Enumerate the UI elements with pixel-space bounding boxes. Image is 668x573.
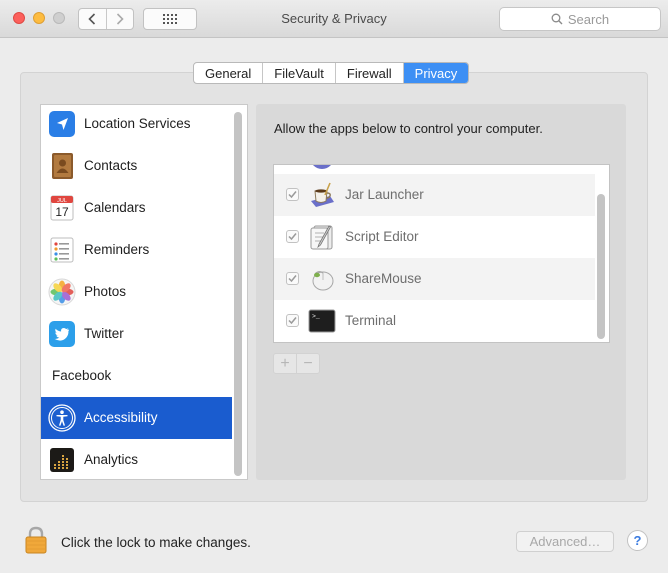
checkbox[interactable]: [286, 314, 299, 327]
sidebar-item-reminders[interactable]: Reminders: [41, 229, 232, 271]
sidebar-item-accessibility[interactable]: Accessibility: [41, 397, 232, 439]
accessibility-person-icon: [48, 404, 76, 432]
contacts-book-icon: [52, 153, 73, 179]
sidebar-item-location-services[interactable]: Location Services: [41, 105, 232, 145]
app-name: Terminal: [345, 313, 397, 328]
remove-app-button[interactable]: −: [296, 354, 319, 373]
checkmark-icon: [288, 317, 297, 325]
app-icon: [313, 165, 331, 169]
sidebar-item-label: Photos: [84, 284, 127, 299]
title-bar: Security & Privacy Search: [0, 0, 668, 38]
add-remove-controls: + −: [273, 353, 320, 374]
sidebar-item-label: Analytics: [84, 452, 139, 467]
sidebar-item-label: Location Services: [84, 116, 191, 131]
search-placeholder: Search: [567, 11, 610, 27]
sidebar-item-twitter[interactable]: Twitter: [41, 313, 232, 355]
sidebar-item-photos[interactable]: Photos: [41, 271, 232, 313]
app-name: Script Editor: [345, 229, 419, 244]
checkbox[interactable]: [286, 230, 299, 243]
tab-firewall[interactable]: Firewall: [334, 63, 403, 83]
sidebar-item-label: Facebook: [52, 368, 112, 383]
analytics-chart-icon: [50, 448, 74, 472]
app-name: Jar Launcher: [345, 187, 424, 202]
sidebar-item-label: Contacts: [84, 158, 138, 173]
sidebar-item-contacts[interactable]: Contacts: [41, 145, 232, 187]
search-icon: [551, 13, 563, 25]
sidebar-item-facebook[interactable]: Facebook: [41, 355, 232, 397]
app-list-scrollbar[interactable]: [597, 194, 605, 339]
lock-message: Click the lock to make changes.: [61, 535, 251, 550]
app-row-terminal: >_ Terminal: [274, 300, 595, 342]
security-privacy-window: Security & Privacy Search General FileVa…: [0, 0, 668, 573]
tab-privacy[interactable]: Privacy: [402, 63, 469, 83]
terminal-prompt-text: >_: [312, 313, 320, 320]
sidebar-item-analytics[interactable]: Analytics: [41, 439, 232, 479]
twitter-bird-icon: [49, 321, 75, 347]
tab-filevault[interactable]: FileVault: [262, 63, 335, 83]
tab-general[interactable]: General: [194, 63, 262, 83]
reminders-list-icon: [50, 237, 74, 263]
app-list: Jar Launcher Script Editor ShareMouse >_…: [273, 164, 610, 343]
app-name: ShareMouse: [345, 271, 422, 286]
calendar-month-text: JUL: [57, 198, 67, 204]
checkmark-icon: [288, 191, 297, 199]
checkbox[interactable]: [286, 188, 299, 201]
lock-icon[interactable]: [25, 526, 47, 554]
search-field[interactable]: Search: [499, 7, 661, 31]
sidebar-item-label: Calendars: [84, 200, 146, 215]
sidebar-item-label: Twitter: [84, 326, 124, 341]
app-row-sharemouse: ShareMouse: [274, 258, 595, 300]
calendar-icon: JUL 17: [50, 195, 74, 221]
photos-flower-icon: [48, 278, 76, 306]
checkmark-icon: [288, 233, 297, 241]
sidebar-item-label: Reminders: [84, 242, 150, 257]
coffee-cup-icon: [311, 182, 334, 207]
terminal-icon: >_: [308, 309, 336, 333]
app-row-script-editor: Script Editor: [274, 216, 595, 258]
tab-bar: General FileVault Firewall Privacy: [193, 62, 470, 84]
location-arrow-icon: [49, 111, 75, 137]
privacy-category-list: Location Services Contacts JUL 17 Calend…: [40, 104, 248, 480]
checkmark-icon: [288, 275, 297, 283]
sidebar-item-label: Accessibility: [84, 410, 158, 425]
advanced-button[interactable]: Advanced…: [516, 531, 614, 552]
add-app-button[interactable]: +: [274, 354, 296, 373]
checkbox[interactable]: [286, 272, 299, 285]
app-row-jar-launcher: Jar Launcher: [274, 174, 595, 216]
script-scroll-icon: [310, 225, 333, 250]
help-button[interactable]: ?: [627, 530, 648, 551]
privacy-description: Allow the apps below to control your com…: [274, 121, 543, 136]
sidebar-item-calendars[interactable]: JUL 17 Calendars: [41, 187, 232, 229]
mouse-icon: [312, 271, 334, 291]
sidebar-scrollbar[interactable]: [234, 112, 242, 476]
calendar-day-text: 17: [55, 205, 69, 219]
